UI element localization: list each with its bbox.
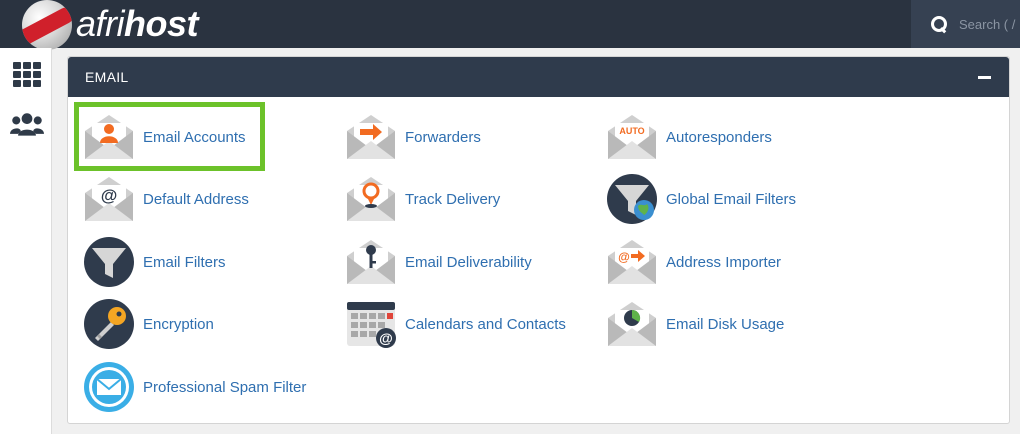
users-icon	[10, 113, 44, 136]
key-icon	[84, 299, 134, 349]
search-input[interactable]	[959, 16, 1019, 32]
search-icon	[931, 16, 947, 32]
section-title: EMAIL	[85, 69, 129, 85]
autoresponders-link[interactable]: AUTO Autoresponders	[606, 111, 772, 163]
email-accounts-link[interactable]: Email Accounts	[83, 111, 246, 163]
sidebar-users-button[interactable]	[10, 108, 44, 140]
email-deliverability-link[interactable]: Email Deliverability	[345, 236, 532, 288]
svg-text:@: @	[618, 250, 630, 264]
top-bar: afrihost	[0, 0, 1020, 50]
funnel-icon	[84, 237, 134, 287]
afrihost-logo[interactable]: afrihost	[22, 0, 199, 50]
email-disk-usage-link[interactable]: Email Disk Usage	[606, 298, 784, 350]
collapse-minus-icon[interactable]	[978, 75, 991, 79]
envelope-pie-icon	[608, 302, 656, 346]
sidebar-apps-button[interactable]	[10, 58, 44, 90]
spam-filter-icon	[84, 362, 134, 412]
envelope-pin-icon	[347, 177, 395, 221]
auto-icon-text: AUTO	[619, 126, 644, 136]
forwarders-link[interactable]: Forwarders	[345, 111, 481, 163]
default-address-link[interactable]: @ Default Address	[83, 173, 249, 225]
envelope-import-icon: @	[608, 240, 656, 284]
sidebar	[0, 48, 52, 434]
envelope-arrow-icon	[347, 115, 395, 159]
professional-spam-filter-link[interactable]: Professional Spam Filter	[83, 361, 306, 413]
grid-icon	[13, 61, 41, 87]
funnel-globe-icon	[607, 174, 657, 224]
envelope-user-icon	[85, 115, 133, 159]
search-box	[911, 0, 1020, 48]
envelope-auto-icon: AUTO	[608, 115, 656, 159]
address-importer-link[interactable]: @ Address Importer	[606, 236, 781, 288]
logo-ball-icon	[22, 0, 72, 50]
envelope-at-icon: @	[85, 177, 133, 221]
panel-header: EMAIL	[68, 57, 1009, 97]
email-filters-link[interactable]: Email Filters	[83, 236, 226, 288]
calendar-icon: @	[347, 302, 396, 348]
calendars-contacts-link[interactable]: @ Calendars and Contacts	[345, 298, 566, 350]
track-delivery-link[interactable]: Track Delivery	[345, 173, 500, 225]
encryption-link[interactable]: Encryption	[83, 298, 214, 350]
global-email-filters-link[interactable]: Global Email Filters	[606, 173, 796, 225]
email-panel: EMAIL Email Accounts Forwarders AUTO Aut…	[67, 56, 1010, 424]
svg-text:@: @	[101, 186, 118, 205]
svg-text:@: @	[379, 330, 393, 346]
envelope-key-icon	[347, 240, 395, 284]
logo-text: afrihost	[76, 3, 199, 44]
